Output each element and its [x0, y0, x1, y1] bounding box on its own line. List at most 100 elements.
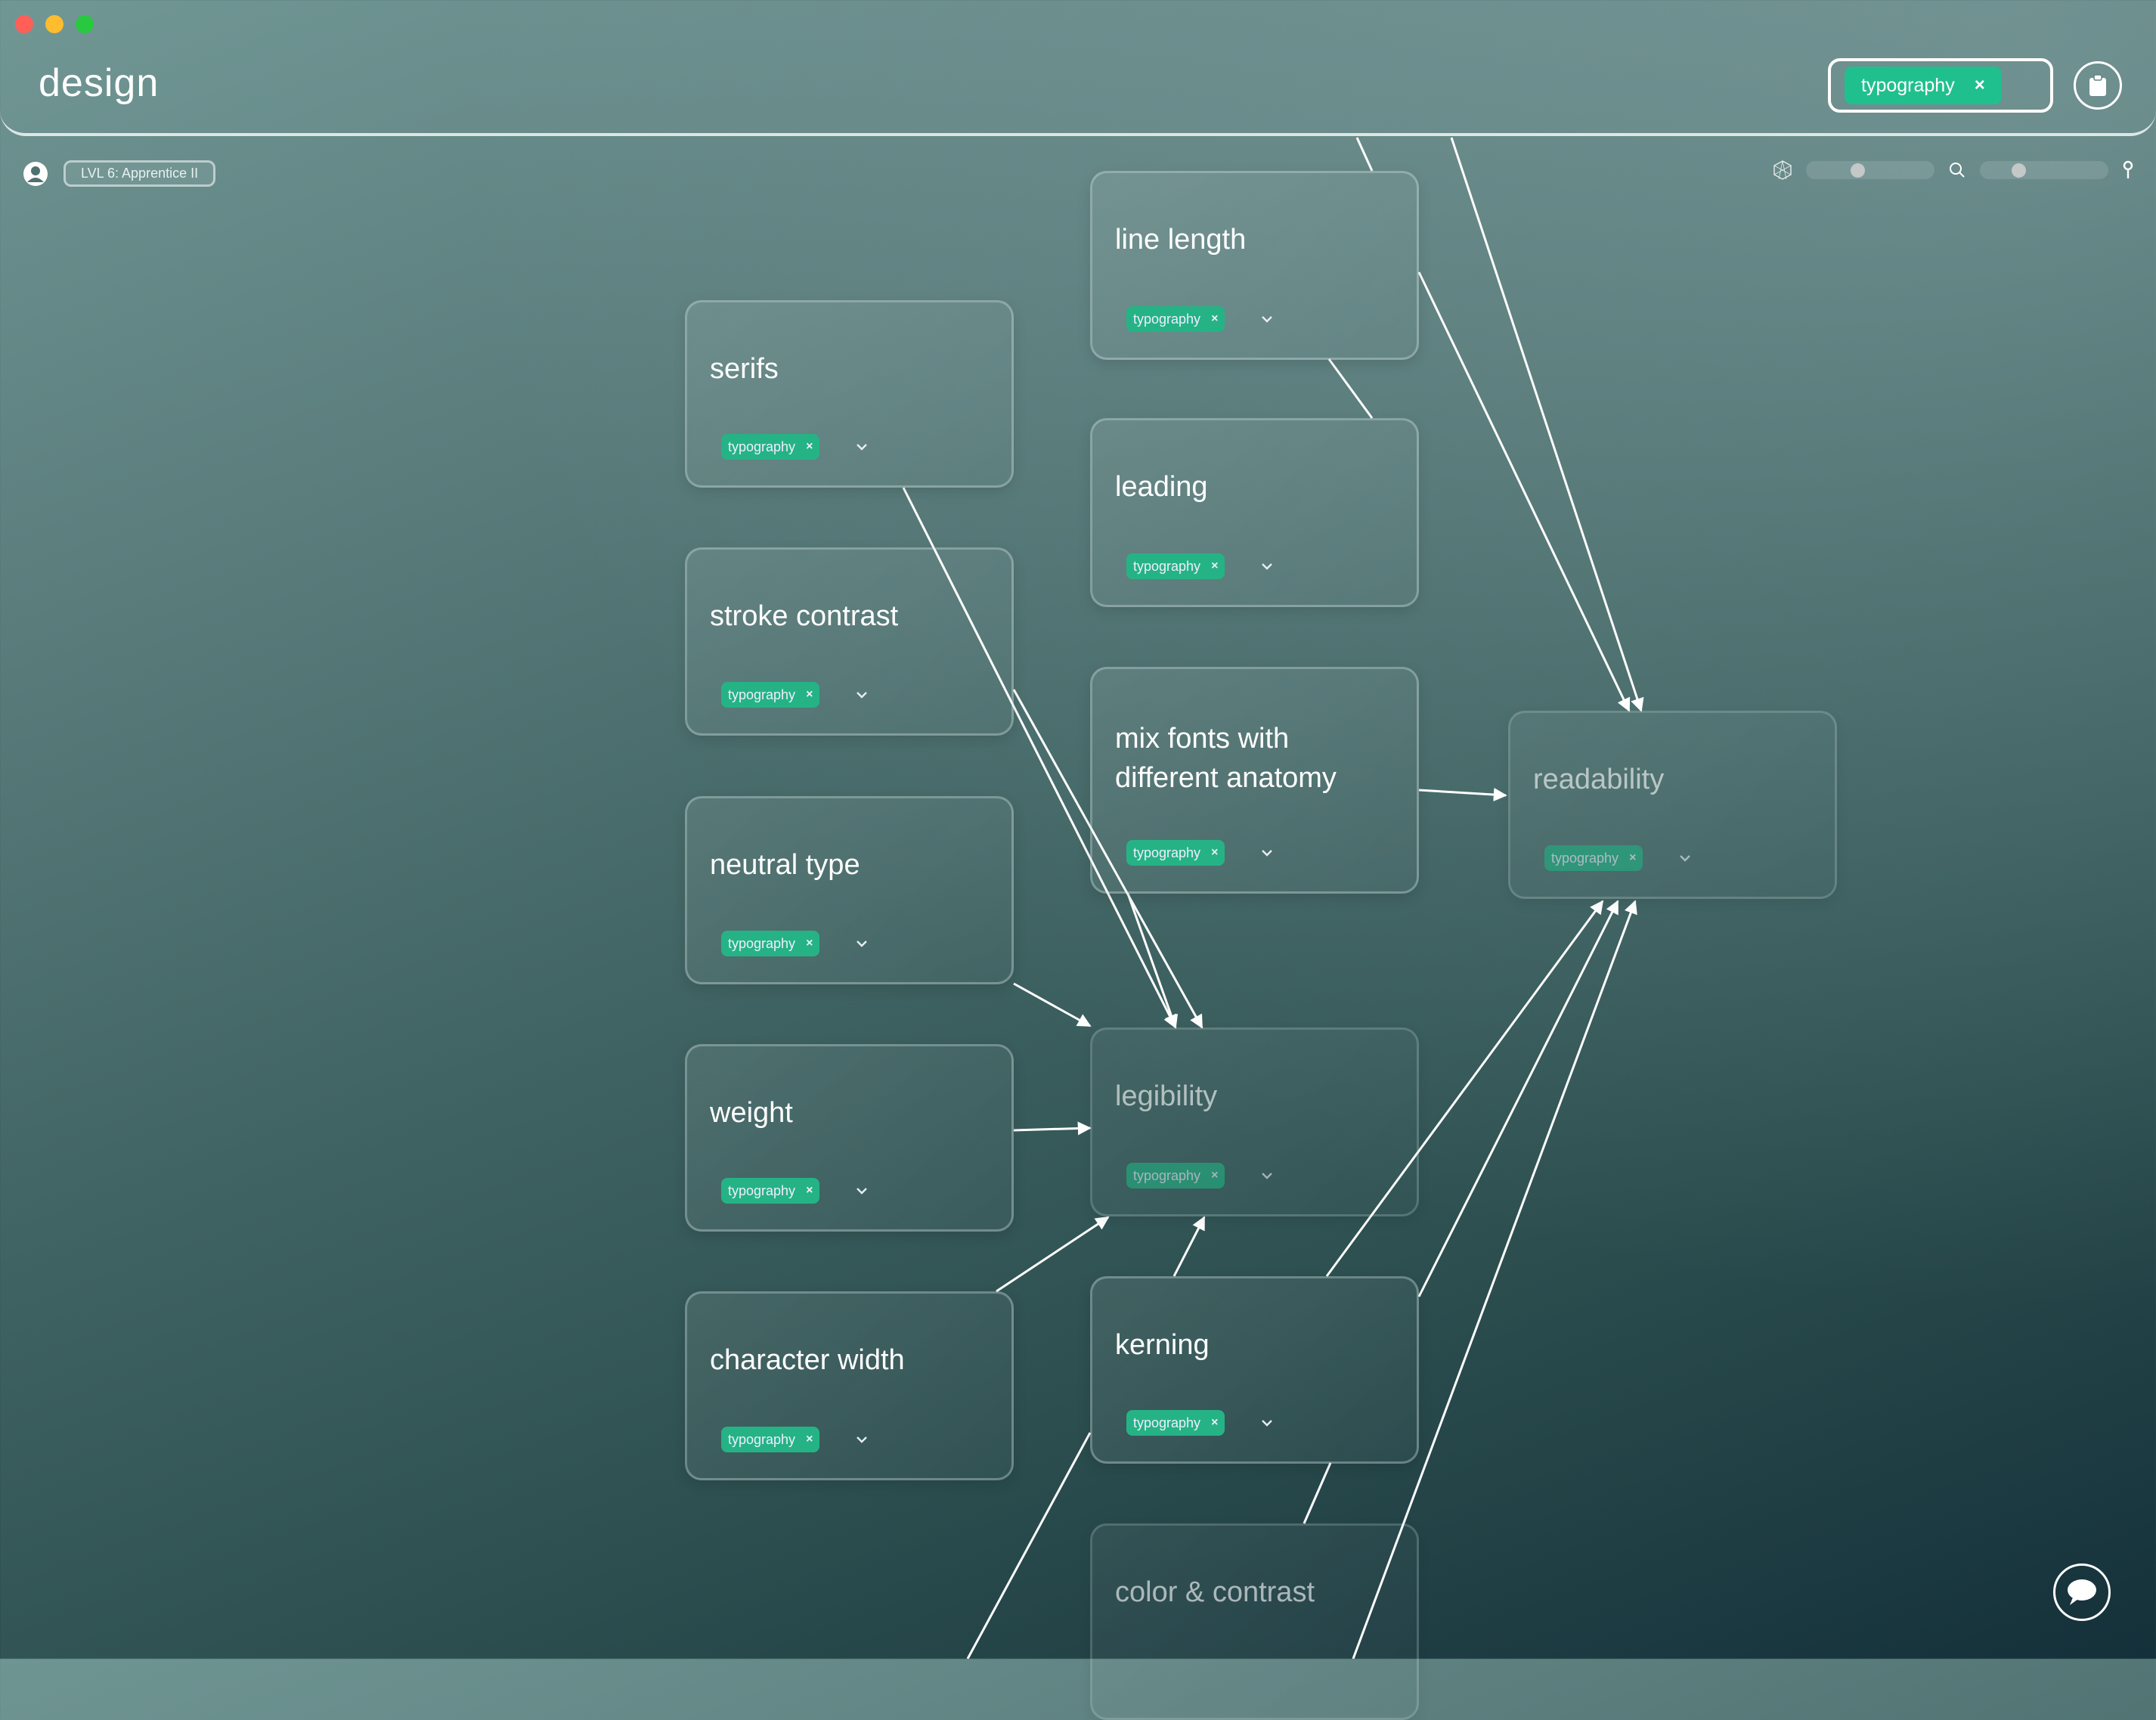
window-controls	[15, 15, 94, 33]
remove-tag-button[interactable]: ×	[1211, 559, 1218, 573]
tag-filter-input[interactable]: typography ×	[1828, 58, 2053, 113]
tag-label: typography	[1133, 1415, 1201, 1430]
remove-tag-button[interactable]: ×	[806, 937, 813, 950]
edge-color-kerning	[1303, 1462, 1332, 1524]
remove-tag-button[interactable]: ×	[806, 688, 813, 702]
node-footer: typography ×	[721, 682, 868, 708]
node-footer: typography ×	[1544, 845, 1691, 871]
node-footer: typography ×	[721, 1427, 868, 1452]
tag-chip: typography ×	[1544, 845, 1643, 871]
node-title: serifs	[710, 353, 779, 385]
node-card-line-length[interactable]: line length typography ×	[1090, 171, 1419, 360]
edge-mix-fonts-to-legibility	[1126, 893, 1179, 1029]
tag-chip: typography ×	[721, 434, 820, 460]
pin-icon[interactable]	[2122, 160, 2134, 180]
node-footer: typography ×	[1126, 553, 1273, 579]
chat-button[interactable]	[2053, 1563, 2111, 1621]
edge-character-width-to-legibility	[996, 1216, 1110, 1293]
polyhedron-icon[interactable]	[1773, 160, 1792, 180]
tag-label: typography	[1133, 311, 1201, 327]
tag-label: typography	[1133, 1167, 1201, 1183]
node-footer: typography ×	[1126, 840, 1273, 866]
node-card-serifs[interactable]: serifs typography ×	[685, 300, 1014, 488]
node-card-neutral-type[interactable]: neutral type typography ×	[685, 796, 1014, 984]
level-badge[interactable]: LVL 6: Apprentice II	[64, 160, 216, 187]
node-title: line length	[1115, 224, 1247, 256]
node-footer: typography ×	[1126, 306, 1273, 332]
tag-chip: typography ×	[721, 682, 820, 708]
edge-mix-fonts-to-readability	[1418, 788, 1507, 801]
remove-tag-button[interactable]: ×	[1629, 851, 1636, 865]
view-controls	[1773, 160, 2134, 180]
zoom-slider[interactable]	[1980, 161, 2108, 179]
edge-line-length-leading	[1327, 358, 1374, 419]
minimize-window-button[interactable]	[45, 15, 64, 33]
tag-chip: typography ×	[721, 1427, 820, 1452]
node-card-leading[interactable]: leading typography ×	[1090, 418, 1419, 607]
tag-label: typography	[728, 1431, 796, 1447]
node-title: leading	[1115, 471, 1208, 503]
chevron-down-icon[interactable]	[1261, 560, 1273, 572]
zoom-slider-knob[interactable]	[2012, 163, 2026, 178]
filter-tag-chip: typography ×	[1845, 67, 2002, 104]
tag-chip: typography ×	[1126, 553, 1225, 579]
node-card-mix-fonts[interactable]: mix fonts with different anatomy typograp…	[1090, 667, 1419, 894]
node-footer: typography ×	[721, 1178, 868, 1204]
chevron-down-icon[interactable]	[1261, 313, 1273, 325]
node-card-weight[interactable]: weight typography ×	[685, 1044, 1014, 1232]
edge-weight-to-legibility	[1013, 1121, 1092, 1136]
tag-label: typography	[728, 935, 796, 951]
close-window-button[interactable]	[15, 15, 33, 33]
edge-line-length-to-readability	[1450, 137, 1644, 712]
remove-tag-button[interactable]: ×	[1211, 312, 1218, 326]
chevron-down-icon[interactable]	[856, 1433, 868, 1446]
node-card-readability[interactable]: readability typography ×	[1508, 711, 1837, 899]
tag-chip: typography ×	[721, 931, 820, 956]
node-card-color-contrast[interactable]: color & contrast	[1090, 1523, 1419, 1720]
tag-label: typography	[728, 686, 796, 702]
tag-chip: typography ×	[1126, 1163, 1225, 1189]
edge-kerning-to-legibility	[1172, 1216, 1206, 1277]
chevron-down-icon[interactable]	[856, 937, 868, 950]
node-title: kerning	[1115, 1329, 1210, 1361]
filter-tag-label: typography	[1861, 74, 1955, 96]
chevron-down-icon[interactable]	[1261, 1417, 1273, 1429]
remove-tag-button[interactable]: ×	[1211, 846, 1218, 860]
chevron-down-icon[interactable]	[856, 441, 868, 453]
node-title: color & contrast	[1115, 1576, 1315, 1608]
remove-tag-button[interactable]: ×	[806, 1433, 813, 1446]
graph-depth-slider[interactable]	[1806, 161, 1935, 179]
user-status: LVL 6: Apprentice II	[23, 160, 216, 187]
tag-chip: typography ×	[1126, 840, 1225, 866]
node-title: stroke contrast	[710, 600, 899, 632]
remove-tag-button[interactable]: ×	[806, 1184, 813, 1198]
user-circle-icon[interactable]	[23, 161, 48, 187]
node-title: neutral type	[710, 849, 860, 881]
node-footer: typography ×	[1126, 1410, 1273, 1436]
chevron-down-icon[interactable]	[856, 1185, 868, 1197]
node-footer: typography ×	[721, 434, 868, 460]
remove-tag-button[interactable]: ×	[1211, 1416, 1218, 1430]
speech-bubble-icon	[2068, 1579, 2096, 1605]
node-card-stroke-contrast[interactable]: stroke contrast typography ×	[685, 547, 1014, 736]
tag-label: typography	[1133, 845, 1201, 860]
clipboard-button[interactable]	[2074, 61, 2122, 110]
node-title: legibility	[1115, 1080, 1218, 1112]
chevron-down-icon[interactable]	[1679, 852, 1691, 864]
zoom-window-button[interactable]	[76, 15, 94, 33]
remove-tag-button[interactable]: ×	[1211, 1169, 1218, 1182]
chevron-down-icon[interactable]	[1261, 847, 1273, 859]
tag-label: typography	[728, 1182, 796, 1198]
graph-depth-slider-knob[interactable]	[1851, 163, 1865, 178]
edge-kerning-to-readability	[1417, 900, 1619, 1297]
chevron-down-icon[interactable]	[1261, 1170, 1273, 1182]
tag-chip: typography ×	[1126, 1410, 1225, 1436]
node-title: character width	[710, 1344, 905, 1376]
remove-filter-tag-button[interactable]: ×	[1975, 75, 1985, 96]
chevron-down-icon[interactable]	[856, 689, 868, 701]
magnifier-icon[interactable]	[1948, 161, 1966, 179]
remove-tag-button[interactable]: ×	[806, 440, 813, 454]
node-card-legibility[interactable]: legibility typography ×	[1090, 1027, 1419, 1216]
node-card-character-width[interactable]: character width typography ×	[685, 1291, 1014, 1480]
node-card-kerning[interactable]: kerning typography ×	[1090, 1276, 1419, 1464]
